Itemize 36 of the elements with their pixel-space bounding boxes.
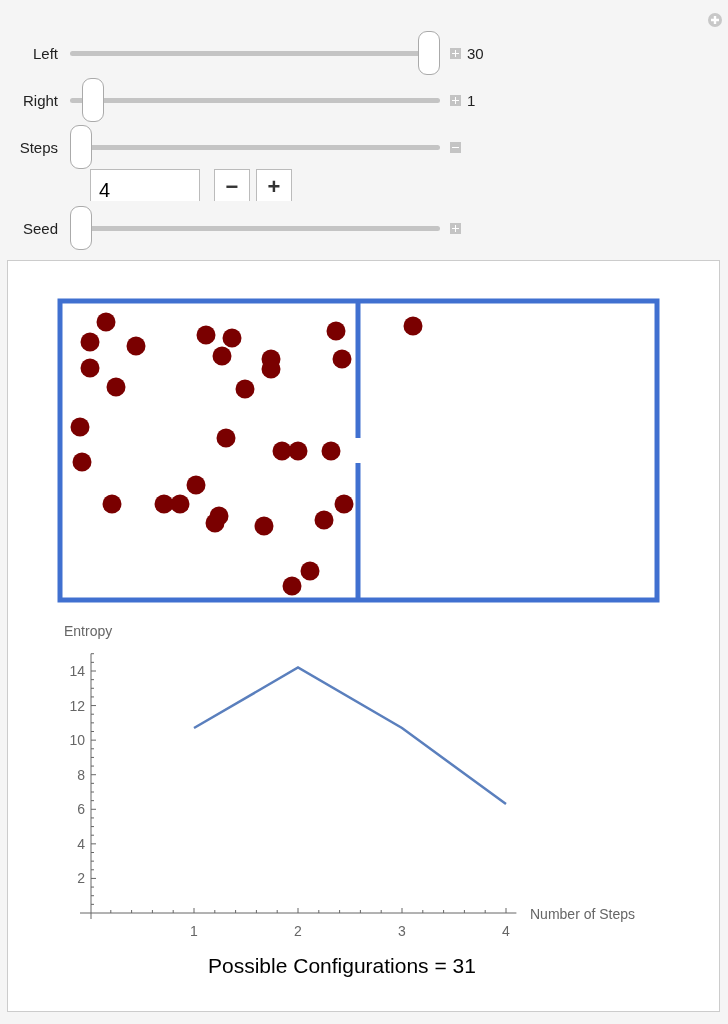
slider-thumb[interactable] xyxy=(82,78,105,122)
slider-label: Right xyxy=(21,91,58,109)
slider-label: Seed xyxy=(21,219,58,237)
tick-label: 8 xyxy=(77,766,85,783)
caption: Possible Configurations = 31 xyxy=(208,954,476,978)
slider[interactable] xyxy=(70,78,440,122)
slider-thumb[interactable] xyxy=(418,31,440,75)
tick-label: 3 xyxy=(398,923,406,939)
slider-thumb[interactable] xyxy=(70,206,92,250)
tick-label: 10 xyxy=(69,732,85,749)
slider-label: Left xyxy=(31,44,58,62)
slider[interactable] xyxy=(70,31,440,75)
expand-icon[interactable] xyxy=(450,94,461,106)
slider-label: Steps xyxy=(18,138,58,156)
expand-icon[interactable] xyxy=(450,47,461,59)
slider[interactable] xyxy=(70,125,440,169)
axis-title: Number of Steps xyxy=(530,906,636,922)
expand-icon[interactable] xyxy=(450,222,461,234)
tick-label: 14 xyxy=(69,663,85,679)
axis-title: Entropy xyxy=(64,623,113,639)
tick-label: 1 xyxy=(190,923,198,939)
tick-label: 2 xyxy=(77,870,85,887)
number-field[interactable]: 4 xyxy=(90,169,200,201)
tick-label: 4 xyxy=(77,835,85,852)
collapse-icon[interactable] xyxy=(450,141,461,153)
slider-value: 30 xyxy=(467,44,484,62)
tick-label: 4 xyxy=(502,923,510,939)
tick-label: 6 xyxy=(77,801,85,818)
tick-label: 12 xyxy=(69,697,85,714)
slider-thumb[interactable] xyxy=(70,125,92,169)
add-icon[interactable] xyxy=(707,12,723,28)
slider-value: 1 xyxy=(467,91,476,109)
slider[interactable] xyxy=(70,206,440,250)
decrement-button[interactable]: − xyxy=(214,169,250,201)
increment-button[interactable]: + xyxy=(256,169,292,201)
tick-label: 2 xyxy=(294,923,302,939)
